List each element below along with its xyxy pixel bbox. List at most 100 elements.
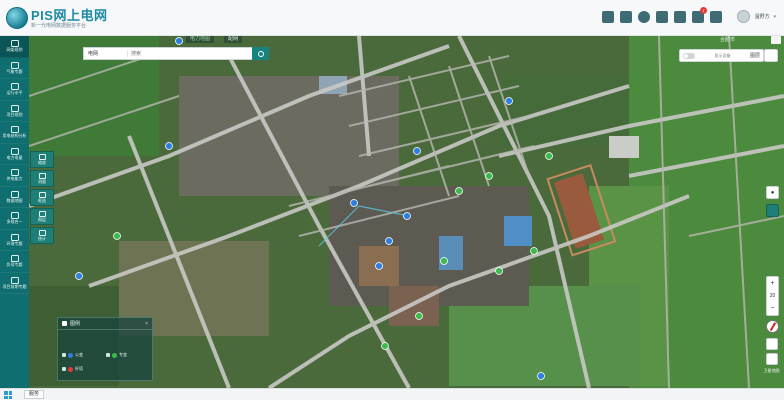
map-legend: 图例 × 公变 专变 杆塔 bbox=[57, 317, 153, 381]
left-toolbar: 缩放测量框选图层统计 bbox=[30, 151, 54, 244]
legend-item-label: 杆塔 bbox=[75, 366, 83, 371]
map-tool-button[interactable]: 测量 bbox=[30, 170, 54, 187]
legend-header: 图例 × bbox=[58, 318, 152, 330]
search-button[interactable] bbox=[252, 47, 269, 60]
map-switch-label: 卫星地图 bbox=[763, 368, 780, 373]
map-tool-label: 测量 bbox=[38, 179, 46, 184]
windows-icon[interactable] bbox=[4, 391, 12, 399]
map-tool-label: 框选 bbox=[38, 198, 46, 203]
sidebar-item[interactable]: 运行水平 bbox=[0, 79, 29, 101]
compass-icon[interactable] bbox=[638, 11, 650, 23]
map-tool-label: 缩放 bbox=[38, 160, 46, 165]
map-tool-button[interactable]: 缩放 bbox=[30, 151, 54, 168]
legend-item[interactable]: 公变 bbox=[62, 352, 83, 358]
legend-title: 图例 bbox=[70, 321, 81, 327]
volume-icon[interactable] bbox=[656, 11, 668, 23]
fullscreen-icon[interactable] bbox=[771, 36, 781, 44]
sidebar-item[interactable]: 项目前期专题 bbox=[0, 273, 29, 294]
search-icon bbox=[257, 50, 264, 57]
legend-item[interactable]: 杆塔 bbox=[62, 366, 83, 372]
sidebar-item[interactable]: 负荷专题 bbox=[0, 251, 29, 273]
tab-power-map[interactable]: 电力地图 bbox=[186, 36, 215, 43]
zoom-control: + 20 − bbox=[766, 276, 779, 316]
list-icon bbox=[10, 104, 19, 112]
device-toggle[interactable] bbox=[683, 52, 695, 59]
chat-icon[interactable] bbox=[620, 11, 632, 23]
sidebar-item[interactable]: 环境专题 bbox=[0, 230, 29, 251]
map-tool-label: 统计 bbox=[38, 236, 46, 241]
notification-badge: 1 bbox=[700, 7, 707, 14]
search-type-select[interactable]: 电网 bbox=[84, 50, 128, 57]
microphone-icon[interactable]: ● bbox=[766, 186, 779, 199]
globe-icon bbox=[10, 190, 19, 198]
sidebar-item-label: 环境专题 bbox=[6, 240, 23, 246]
sidebar-item-label: 用电结构分析 bbox=[2, 133, 27, 139]
sidebar-item-label: 项目前期专题 bbox=[2, 283, 27, 289]
search-input[interactable] bbox=[128, 48, 260, 59]
document-icon[interactable]: 1 bbox=[692, 7, 707, 23]
taskbar-item[interactable]: 服务 bbox=[24, 390, 45, 399]
legend-item[interactable]: 专变 bbox=[106, 352, 127, 358]
sidebar-item[interactable]: 电力电量 bbox=[0, 144, 29, 165]
location-label[interactable]: 合肥市 bbox=[720, 36, 735, 43]
legend-checkbox[interactable] bbox=[62, 321, 67, 326]
search-bar: 电网 × bbox=[83, 47, 269, 60]
bell-icon[interactable] bbox=[710, 11, 722, 23]
zoom-in-button[interactable]: + bbox=[770, 280, 774, 287]
map-tool-button[interactable]: 图层 bbox=[30, 208, 54, 225]
sidebar-item-label: 供电能力 bbox=[6, 176, 23, 182]
sidebar-item-label: 多规合一 bbox=[6, 219, 23, 225]
sidebar-item[interactable]: 项目规划 bbox=[0, 101, 29, 122]
substation-icon bbox=[68, 352, 73, 358]
header-toolbar: 1 bbox=[602, 7, 722, 23]
sidebar-item[interactable]: 数据地图 bbox=[0, 187, 29, 208]
cloud-icon bbox=[10, 61, 19, 69]
layer-label[interactable]: 图层 bbox=[750, 52, 760, 59]
sidebar-item[interactable]: 用电结构分析 bbox=[0, 122, 29, 144]
right-toolbar: ● bbox=[766, 186, 779, 217]
sidebar-item[interactable]: 供电能力 bbox=[0, 165, 29, 187]
user-name: 温野方 bbox=[754, 14, 770, 20]
map-tool-button[interactable]: 框选 bbox=[30, 189, 54, 206]
compass-icon[interactable] bbox=[766, 320, 779, 333]
pole-icon bbox=[112, 352, 117, 358]
bolt-icon bbox=[10, 147, 19, 155]
file-icon bbox=[10, 276, 19, 284]
map-tabs: 电力地图 配网 bbox=[186, 36, 243, 43]
layers-icon[interactable] bbox=[602, 11, 614, 23]
app-subtitle: 新一代电网数据服务平台 bbox=[31, 23, 87, 29]
pin-icon[interactable] bbox=[674, 11, 686, 23]
close-icon[interactable]: × bbox=[145, 321, 148, 327]
avatar bbox=[737, 10, 751, 23]
map-thumbnail-2[interactable] bbox=[765, 353, 778, 365]
zoom-level: 20 bbox=[769, 293, 776, 299]
sidebar-item[interactable]: 网架规划 bbox=[0, 36, 29, 58]
map-thumbnail[interactable] bbox=[765, 338, 778, 350]
tab-distribution[interactable]: 配网 bbox=[224, 36, 243, 43]
device-toggle-bar: 显示设备 图层 bbox=[679, 49, 764, 62]
user-menu[interactable]: 温野方 ▾ bbox=[737, 10, 776, 23]
legend-item-label: 专变 bbox=[119, 352, 127, 357]
grid-icon[interactable] bbox=[766, 204, 779, 217]
logo-icon bbox=[6, 7, 28, 29]
map-tool-button[interactable]: 统计 bbox=[30, 227, 54, 244]
map-switch[interactable]: 卫星地图 bbox=[763, 338, 780, 376]
sidebar-item[interactable]: 多规合一 bbox=[0, 208, 29, 230]
sidebar-item-label: 电力电量 bbox=[6, 154, 23, 160]
sidebar: 网架规划气象专题运行水平项目规划用电结构分析 电力电量供电能力数据地图多规合一环境… bbox=[0, 36, 29, 388]
layers-icon[interactable] bbox=[764, 49, 778, 62]
legend-item-label: 公变 bbox=[75, 352, 83, 357]
sidebar-item-label: 负荷专题 bbox=[6, 262, 23, 268]
zoom-out-button[interactable]: − bbox=[770, 305, 774, 312]
leaf-icon bbox=[10, 233, 19, 241]
taskbar: 服务 bbox=[0, 388, 784, 400]
sidebar-item-label: 项目规划 bbox=[6, 111, 23, 117]
map-view[interactable]: 电力地图 配网 电网 × 合肥市 显示设备 图层 缩放测量框选图层统计 图例 × bbox=[29, 36, 784, 388]
sidebar-item-label: 网架规划 bbox=[6, 47, 23, 53]
sidebar-item-label: 气象专题 bbox=[6, 68, 23, 74]
tower-icon bbox=[68, 366, 73, 372]
top-header: PIS网上电网 新一代电网数据服务平台 1 温野方 ▾ bbox=[0, 0, 784, 36]
device-toggle-label: 显示设备 bbox=[714, 52, 731, 58]
map-tool-label: 图层 bbox=[38, 217, 46, 222]
sidebar-item[interactable]: 气象专题 bbox=[0, 58, 29, 79]
